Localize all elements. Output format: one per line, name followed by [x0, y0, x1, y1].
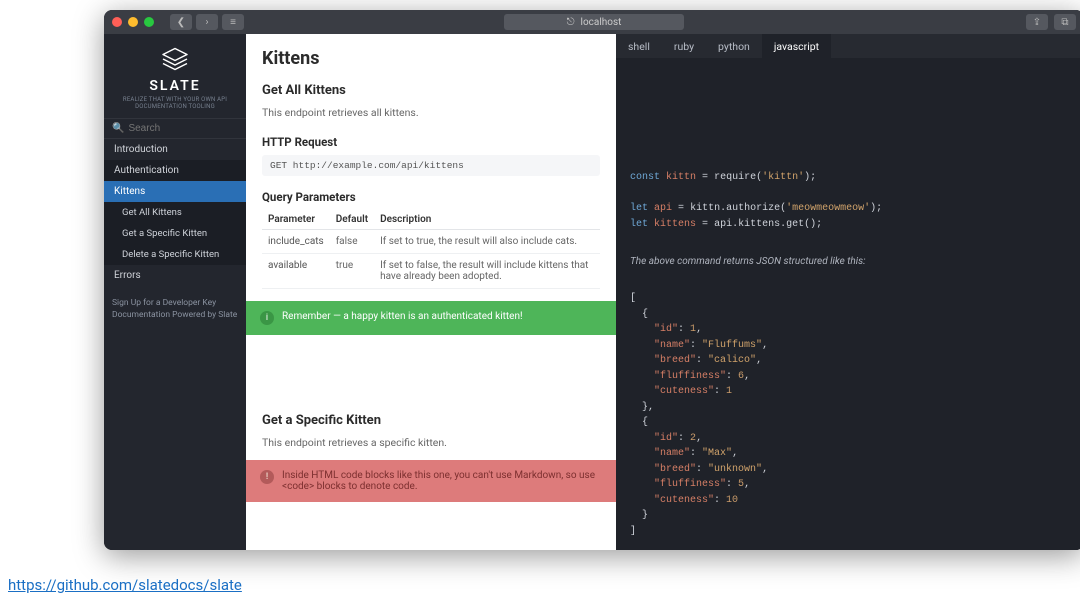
- address-text: localhost: [581, 17, 622, 28]
- qp-desc: If set to false, the result will include…: [374, 253, 600, 288]
- code-note: The above command returns JSON structure…: [616, 246, 1080, 277]
- qp-default: true: [330, 253, 374, 288]
- section-title-get-specific: Get a Specific Kitten: [262, 413, 600, 428]
- close-icon[interactable]: [112, 17, 122, 27]
- code-column: shell ruby python javascript const kittn…: [616, 34, 1080, 550]
- tab-python[interactable]: python: [706, 34, 762, 58]
- search-bar[interactable]: 🔍: [104, 118, 246, 139]
- brand: SLATE REALIZE THAT WITH YOUR OWN API DOC…: [104, 34, 246, 118]
- qp-desc: If set to true, the result will also inc…: [374, 229, 600, 253]
- notice-success: i Remember — a happy kitten is an authen…: [246, 301, 616, 335]
- code-example-1: const kittn = require('kittn'); let api …: [616, 156, 1080, 246]
- section-title-get-all: Get All Kittens: [262, 83, 600, 98]
- toc: Introduction Authentication Kittens Get …: [104, 139, 246, 286]
- lock-icon: ⎋: [567, 17, 575, 28]
- nav-back-button[interactable]: ›: [196, 14, 218, 30]
- sidebar: SLATE REALIZE THAT WITH YOUR OWN API DOC…: [104, 34, 246, 550]
- tabs-button[interactable]: ⧉: [1054, 14, 1076, 30]
- section-desc-get-specific: This endpoint retrieves a specific kitte…: [262, 436, 600, 451]
- powered-by: Documentation Powered by Slate: [112, 310, 238, 322]
- table-row: include_cats false If set to true, the r…: [262, 229, 600, 253]
- browser-titlebar: ❮ › ≡ ⎋ localhost ⇪ ⧉: [104, 10, 1080, 34]
- tab-ruby[interactable]: ruby: [662, 34, 706, 58]
- toc-item-authentication[interactable]: Authentication: [104, 160, 246, 181]
- window-controls: [112, 17, 154, 27]
- toc-subitem-get-all-kittens[interactable]: Get All Kittens: [104, 202, 246, 223]
- brand-tagline: REALIZE THAT WITH YOUR OWN API DOCUMENTA…: [108, 96, 242, 110]
- brand-logo-icon: [160, 44, 190, 74]
- tab-javascript[interactable]: javascript: [762, 34, 831, 58]
- notice-text: Inside HTML code blocks like this one, y…: [282, 470, 602, 492]
- search-icon: 🔍: [112, 123, 124, 134]
- share-button[interactable]: ⇪: [1026, 14, 1048, 30]
- search-input[interactable]: [128, 123, 238, 134]
- toc-item-introduction[interactable]: Introduction: [104, 139, 246, 160]
- nav-forward-button[interactable]: ≡: [222, 14, 244, 30]
- sidebar-footer: Sign Up for a Developer Key Documentatio…: [104, 298, 246, 322]
- http-request-heading: HTTP Request: [262, 135, 600, 149]
- repo-link[interactable]: https://github.com/slatedocs/slate: [8, 576, 242, 594]
- brand-title: SLATE: [108, 78, 242, 94]
- minimize-icon[interactable]: [128, 17, 138, 27]
- tab-shell[interactable]: shell: [616, 34, 662, 58]
- qp-param: available: [262, 253, 330, 288]
- table-row: available true If set to false, the resu…: [262, 253, 600, 288]
- qp-param: include_cats: [262, 229, 330, 253]
- info-icon: i: [260, 311, 274, 325]
- content-column: Kittens Get All Kittens This endpoint re…: [246, 34, 616, 550]
- http-request-code: GET http://example.com/api/kittens: [262, 155, 600, 176]
- section-desc-get-all: This endpoint retrieves all kittens.: [262, 106, 600, 121]
- toc-item-errors[interactable]: Errors: [104, 265, 246, 286]
- notice-danger: ! Inside HTML code blocks like this one,…: [246, 460, 616, 502]
- address-bar[interactable]: ⎋ localhost: [504, 14, 684, 30]
- page-title: Kittens: [262, 48, 600, 69]
- toc-subitem-get-specific-kitten[interactable]: Get a Specific Kitten: [104, 223, 246, 244]
- signup-link[interactable]: Sign Up for a Developer Key: [112, 298, 238, 310]
- query-params-heading: Query Parameters: [262, 190, 600, 204]
- notice-text: Remember — a happy kitten is an authenti…: [282, 311, 523, 322]
- language-tabs: shell ruby python javascript: [616, 34, 1080, 58]
- qp-header-description: Description: [374, 210, 600, 230]
- browser-window: ❮ › ≡ ⎋ localhost ⇪ ⧉ SL: [104, 10, 1080, 550]
- sidebar-toggle-button[interactable]: ❮: [170, 14, 192, 30]
- toc-subitem-delete-specific-kitten[interactable]: Delete a Specific Kitten: [104, 244, 246, 265]
- code-json-response: [ { "id": 1, "name": "Fluffums", "breed"…: [616, 277, 1080, 550]
- zoom-icon[interactable]: [144, 17, 154, 27]
- app-body: SLATE REALIZE THAT WITH YOUR OWN API DOC…: [104, 34, 1080, 550]
- warning-icon: !: [260, 470, 274, 484]
- qp-default: false: [330, 229, 374, 253]
- qp-header-parameter: Parameter: [262, 210, 330, 230]
- toc-item-kittens[interactable]: Kittens: [104, 181, 246, 202]
- qp-header-default: Default: [330, 210, 374, 230]
- query-params-table: Parameter Default Description include_ca…: [262, 210, 600, 289]
